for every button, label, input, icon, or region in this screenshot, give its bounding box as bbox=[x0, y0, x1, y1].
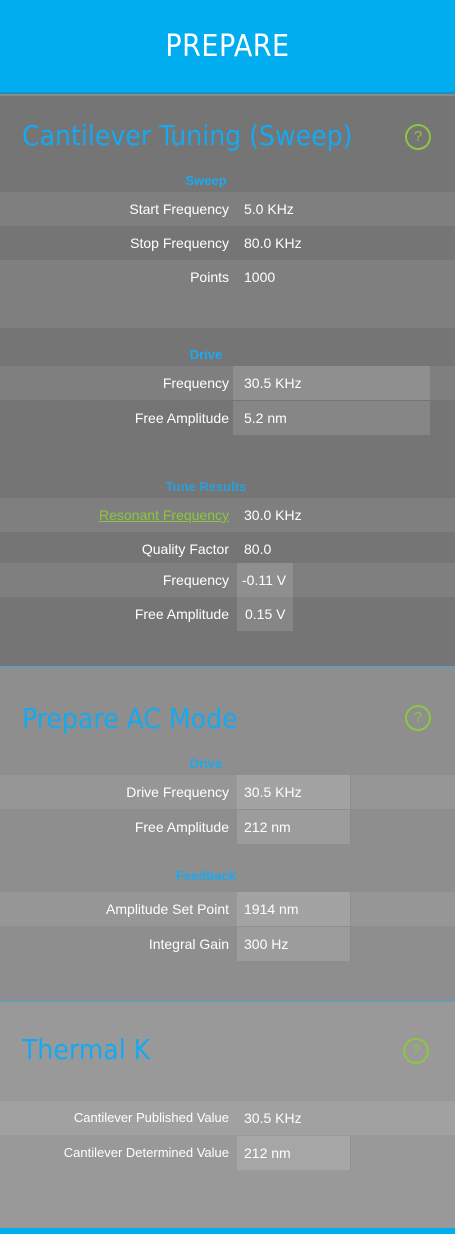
page-title: PREPARE bbox=[165, 28, 290, 64]
ac-drive-heading: Drive bbox=[189, 756, 223, 771]
result-free-amplitude-value: 0.15 V bbox=[245, 606, 286, 622]
ac-drive-frequency-label: Drive Frequency bbox=[126, 784, 229, 800]
prepare-ac-mode-title: Prepare AC Mode bbox=[22, 702, 238, 735]
result-frequency-row: Frequency -0.11 V bbox=[0, 563, 455, 597]
published-value-value: 30.5 KHz bbox=[244, 1110, 302, 1126]
published-value-label: Cantilever Published Value bbox=[73, 1110, 229, 1125]
result-free-amplitude-label: Free Amplitude bbox=[134, 606, 229, 622]
ac-free-amplitude-label: Free Amplitude bbox=[134, 819, 229, 835]
quality-factor-label: Quality Factor bbox=[141, 541, 229, 557]
help-icon[interactable]: ? bbox=[405, 124, 431, 150]
result-frequency-label: Frequency bbox=[162, 572, 229, 588]
resonant-frequency-value: 30.0 KHz bbox=[244, 507, 302, 523]
integral-gain-label: Integral Gain bbox=[148, 936, 229, 952]
bottom-bar bbox=[0, 1228, 455, 1234]
drive-free-amplitude-label: Free Amplitude bbox=[134, 410, 229, 426]
resonant-frequency-row: Resonant Frequency 30.0 KHz bbox=[0, 498, 455, 532]
drive-frequency-label: Frequency bbox=[162, 375, 229, 391]
points-row: Points 1000 bbox=[0, 260, 455, 294]
stop-frequency-value[interactable]: 80.0 KHz bbox=[244, 226, 302, 260]
amplitude-set-point-value[interactable]: 1914 nm bbox=[244, 892, 298, 926]
integral-gain-value[interactable]: 300 Hz bbox=[244, 927, 288, 961]
points-value[interactable]: 1000 bbox=[244, 260, 275, 294]
thermal-k-title: Thermal K bbox=[22, 1033, 151, 1066]
drive-free-amplitude-value[interactable]: 5.2 nm bbox=[244, 401, 287, 435]
feedback-heading: Feedback bbox=[176, 868, 236, 883]
help-icon[interactable]: ? bbox=[403, 1038, 429, 1064]
result-free-amplitude-row: Free Amplitude 0.15 V bbox=[0, 597, 455, 631]
drive-free-amplitude-row: Free Amplitude 5.2 nm bbox=[0, 401, 455, 435]
resonant-frequency-link[interactable]: Resonant Frequency bbox=[99, 498, 229, 532]
cantilever-tuning-panel: Cantilever Tuning (Sweep) ? Sweep Start … bbox=[0, 96, 455, 666]
ac-free-amplitude-row: Free Amplitude 212 nm bbox=[0, 810, 455, 844]
cantilever-tuning-title: Cantilever Tuning (Sweep) bbox=[22, 119, 353, 152]
drive-frequency-value[interactable]: 30.5 KHz bbox=[244, 366, 302, 400]
thermal-k-panel: Thermal K ? Cantilever Published Value 3… bbox=[0, 1002, 455, 1228]
stop-frequency-row: Stop Frequency 80.0 KHz bbox=[0, 226, 455, 260]
stop-frequency-label: Stop Frequency bbox=[130, 235, 229, 251]
quality-factor-row: Quality Factor 80.0 bbox=[0, 532, 455, 566]
page-header: PREPARE bbox=[0, 0, 455, 94]
drive-frequency-row: Frequency 30.5 KHz bbox=[0, 366, 455, 400]
determined-value-label: Cantilever Determined Value bbox=[63, 1145, 229, 1160]
start-frequency-label: Start Frequency bbox=[129, 201, 229, 217]
start-frequency-row: Start Frequency 5.0 KHz bbox=[0, 192, 455, 226]
amplitude-set-point-label: Amplitude Set Point bbox=[106, 901, 229, 917]
tune-results-heading: Tune Results bbox=[165, 479, 247, 494]
published-value-row: Cantilever Published Value 30.5 KHz bbox=[0, 1101, 455, 1135]
quality-factor-value: 80.0 bbox=[244, 541, 272, 557]
spacer-row bbox=[0, 294, 455, 328]
sweep-heading: Sweep bbox=[185, 173, 227, 188]
drive-heading: Drive bbox=[189, 347, 223, 362]
points-label: Points bbox=[190, 269, 229, 285]
ac-free-amplitude-value[interactable]: 212 nm bbox=[244, 810, 291, 844]
help-icon[interactable]: ? bbox=[405, 705, 431, 731]
integral-gain-row: Integral Gain 300 Hz bbox=[0, 927, 455, 961]
ac-drive-frequency-row: Drive Frequency 30.5 KHz bbox=[0, 775, 455, 809]
amplitude-set-point-row: Amplitude Set Point 1914 nm bbox=[0, 892, 455, 926]
determined-value-value: 212 nm bbox=[244, 1145, 291, 1161]
determined-value-row: Cantilever Determined Value 212 nm bbox=[0, 1136, 455, 1170]
result-frequency-value: -0.11 V bbox=[242, 572, 287, 588]
ac-drive-frequency-value[interactable]: 30.5 KHz bbox=[244, 775, 302, 809]
start-frequency-value[interactable]: 5.0 KHz bbox=[244, 192, 294, 226]
prepare-ac-mode-panel: Prepare AC Mode ? Drive Drive Frequency … bbox=[0, 667, 455, 1001]
